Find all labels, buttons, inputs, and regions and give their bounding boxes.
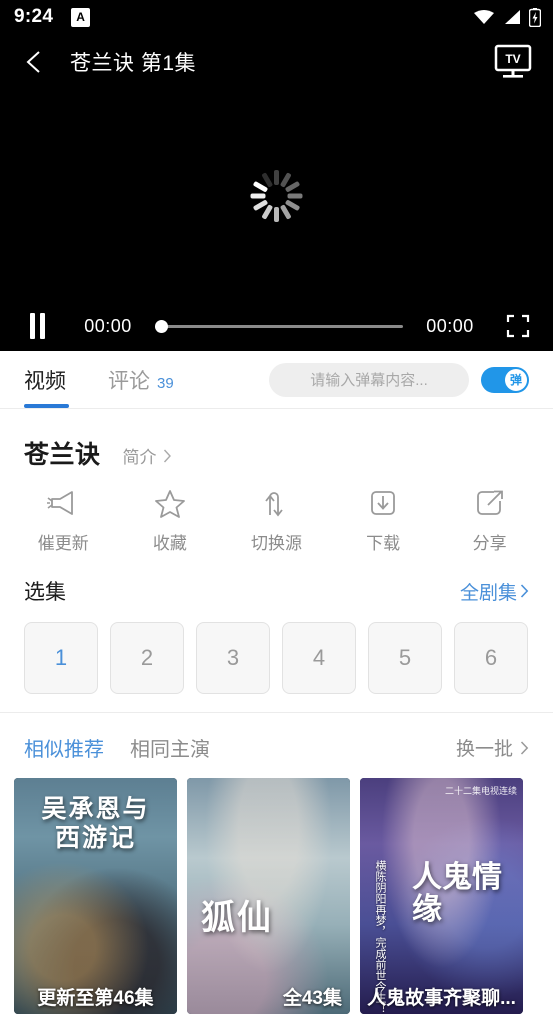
tab-comments-label: 评论 [108, 369, 150, 393]
status-bar: 9:24 A [0, 0, 553, 34]
episodes-header: 选集 全剧集 [0, 554, 553, 606]
refresh-label: 换一批 [455, 739, 513, 760]
action-share[interactable]: 分享 [436, 487, 543, 554]
poster-image: 二十二集电视连续 横陈阴阳再梦，完成前世今生！ 人鬼情缘 [360, 778, 523, 1014]
action-switch-source[interactable]: 切换源 [223, 487, 330, 554]
status-time: 9:24 [14, 6, 54, 27]
episodes-title: 选集 [24, 581, 66, 604]
all-episodes-label: 全剧集 [459, 582, 517, 604]
show-brief-label: 简介 [122, 448, 157, 467]
episode-list[interactable]: 1 2 3 4 5 6 [0, 606, 553, 712]
chevron-right-icon [520, 584, 529, 598]
episode-chip[interactable]: 3 [196, 622, 270, 694]
content-tabs: 视频 评论 39 请输入弹幕内容... 弹 [0, 351, 553, 409]
danmaku-input[interactable]: 请输入弹幕内容... [269, 362, 469, 397]
video-player-surface[interactable] [0, 90, 553, 301]
recommend-card-list: 吴承恩与 西游记 更新至第46集 狐仙 全43集 二十二集电视连续 横陈阴阳再梦… [0, 762, 553, 1014]
star-icon [154, 490, 185, 518]
chevron-right-icon [520, 740, 529, 755]
progress-track [155, 324, 403, 328]
active-tab-indicator [24, 404, 69, 408]
recommend-card[interactable]: 狐仙 全43集 [187, 778, 350, 1014]
poster-art-title: 狐仙 [201, 900, 273, 937]
action-label: 分享 [472, 534, 507, 553]
action-download[interactable]: 下载 [330, 487, 437, 554]
episode-chip[interactable]: 5 [368, 622, 442, 694]
tab-video-label: 视频 [24, 369, 66, 393]
action-bar: 催更新 收藏 切换源 下载 分享 [0, 471, 553, 554]
download-icon [371, 491, 395, 515]
pause-icon[interactable] [30, 313, 45, 339]
episode-chip[interactable]: 6 [454, 622, 528, 694]
player-controls: 00:00 00:00 [0, 301, 553, 351]
episode-chip[interactable]: 1 [24, 622, 98, 694]
tab-similar-recommend[interactable]: 相似推荐 [24, 733, 104, 762]
recommend-card-caption: 全43集 [282, 988, 342, 1009]
poster-art-title: 人鬼情缘 [412, 861, 502, 926]
progress-thumb[interactable] [155, 319, 168, 333]
progress-slider[interactable] [155, 316, 403, 336]
show-header: 苍兰诀 简介 [0, 409, 553, 471]
recommend-tabs: 相似推荐 相同主演 换一批 [0, 713, 553, 762]
poster-image: 狐仙 [187, 778, 350, 1014]
wifi-icon [474, 10, 494, 24]
recommend-card[interactable]: 吴承恩与 西游记 更新至第46集 [14, 778, 177, 1014]
all-episodes-link[interactable]: 全剧集 [460, 578, 529, 605]
status-icons [473, 7, 541, 27]
share-icon [476, 490, 503, 515]
megaphone-icon [47, 491, 74, 515]
action-label: 催更新 [37, 534, 89, 553]
refresh-recommend-button[interactable]: 换一批 [456, 734, 529, 761]
page-title: 苍兰诀 第1集 [70, 52, 197, 75]
current-time-label: 00:00 [84, 315, 132, 336]
total-time-label: 00:00 [426, 315, 474, 336]
action-label: 切换源 [250, 534, 302, 553]
danmaku-toggle-knob: 弹 [505, 368, 527, 391]
loading-spinner-icon [250, 169, 304, 223]
recommend-card-caption: 人鬼故事齐聚聊... [367, 988, 516, 1009]
show-brief-link[interactable]: 简介 [123, 443, 172, 468]
app-badge-icon: A [71, 7, 91, 27]
action-label: 收藏 [152, 534, 187, 553]
tab-video[interactable]: 视频 [24, 365, 66, 395]
recommend-card[interactable]: 二十二集电视连续 横陈阴阳再梦，完成前世今生！ 人鬼情缘 人鬼故事齐聚聊... [360, 778, 523, 1014]
poster-art-top-text: 二十二集电视连续 [444, 786, 517, 796]
action-urge-update[interactable]: 催更新 [10, 487, 117, 554]
back-chevron-icon[interactable] [22, 49, 48, 75]
swap-arrows-icon [265, 492, 284, 517]
chevron-right-icon [163, 449, 171, 462]
title-bar: 苍兰诀 第1集 TV [0, 34, 553, 90]
recommend-card-caption: 更新至第46集 [37, 988, 154, 1009]
action-label: 下载 [366, 534, 401, 553]
poster-image: 吴承恩与 西游记 [14, 778, 177, 1014]
show-title: 苍兰诀 [24, 441, 101, 469]
poster-art-title: 吴承恩与 西游记 [41, 796, 150, 852]
battery-charging-icon [529, 7, 541, 27]
danmaku-toggle[interactable]: 弹 [481, 366, 529, 393]
episode-chip[interactable]: 4 [282, 622, 356, 694]
fullscreen-icon[interactable] [505, 313, 531, 339]
comment-count: 39 [157, 374, 174, 392]
tv-cast-icon[interactable]: TV [491, 42, 535, 82]
svg-text:TV: TV [505, 52, 520, 66]
tab-same-cast[interactable]: 相同主演 [130, 733, 210, 762]
action-favorite[interactable]: 收藏 [117, 487, 224, 554]
tab-comments[interactable]: 评论 39 [108, 365, 174, 395]
episode-chip[interactable]: 2 [110, 622, 184, 694]
signal-icon [505, 10, 520, 24]
